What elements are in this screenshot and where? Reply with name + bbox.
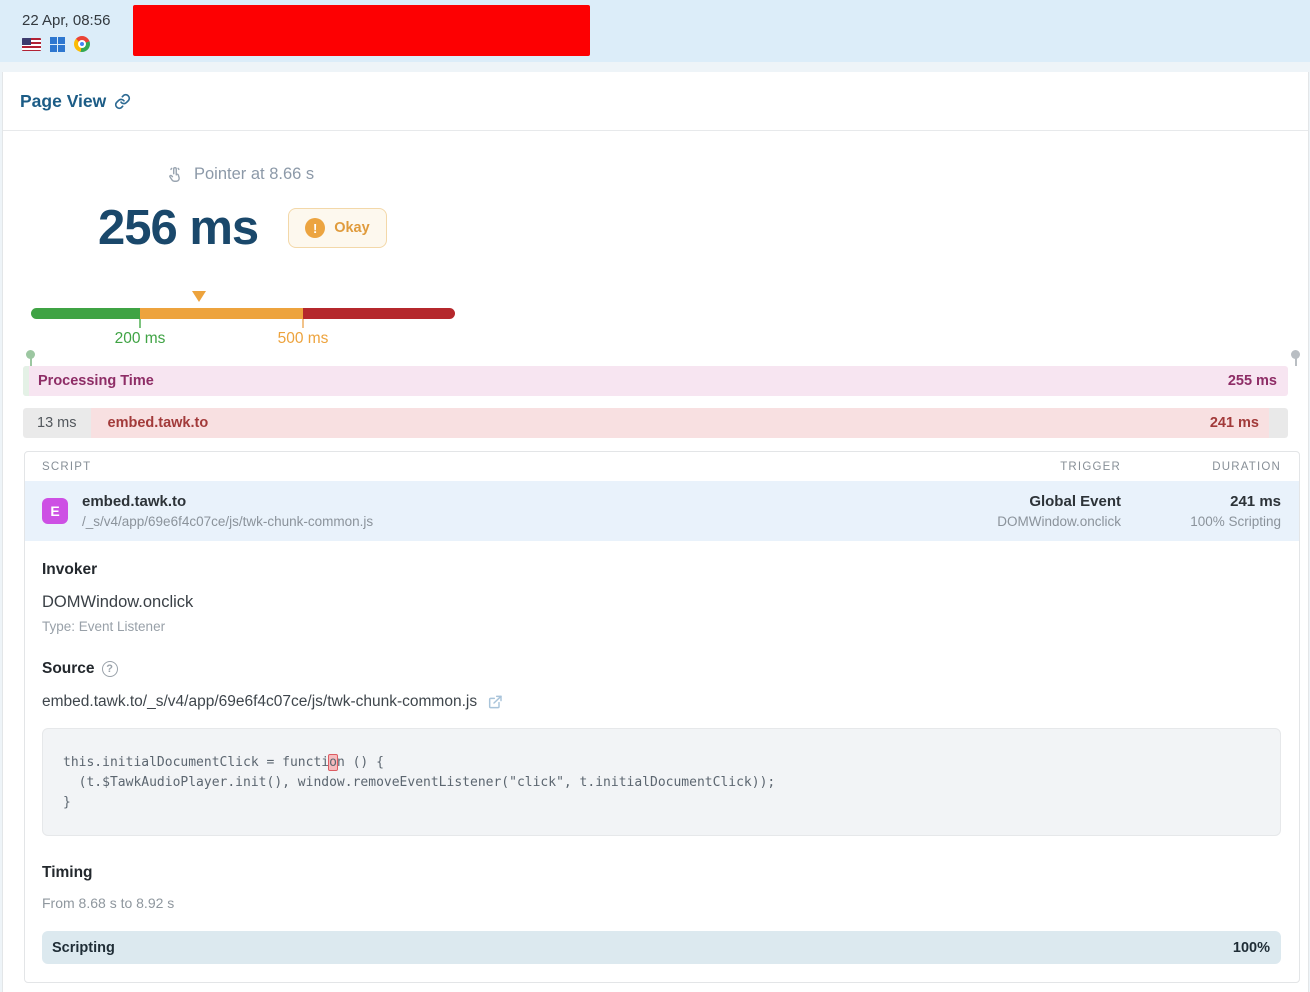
us-flag-icon [22, 38, 41, 51]
windows-icon [50, 37, 65, 52]
source-url-row: embed.tawk.to/_s/v4/app/69e6f4c07ce/js/t… [42, 693, 1281, 711]
timing-range: From 8.68 s to 8.92 s [42, 895, 1281, 911]
breakdown-value: 100% [1233, 940, 1270, 956]
panel-content: Pointer at 8.66 s 256 ms ! Okay 200 ms 5… [3, 165, 1308, 983]
script-timeline-row[interactable]: 13 ms embed.tawk.to 241 ms [23, 408, 1288, 438]
source-url: embed.tawk.to/_s/v4/app/69e6f4c07ce/js/t… [42, 693, 477, 711]
good-segment [31, 308, 140, 319]
value-marker-icon [192, 291, 206, 302]
script-details-card: SCRIPT TRIGGER DURATION E embed.tawk.to … [24, 451, 1300, 983]
metric-value: 256 ms [98, 200, 258, 256]
timeline-end-pin[interactable] [1291, 350, 1300, 359]
script-name: embed.tawk.to [91, 415, 209, 431]
timeline-start-pin[interactable] [26, 350, 35, 359]
trigger-detail: DOMWindow.onclick [901, 514, 1121, 529]
code-line1-post: n () { [337, 755, 384, 770]
script-domain: embed.tawk.to [82, 493, 901, 510]
pointer-label: Pointer at 8.66 s [194, 165, 314, 184]
pre-delay-chip: 13 ms [23, 408, 91, 438]
help-icon[interactable]: ? [102, 661, 118, 677]
duration-cell: 241 ms 100% Scripting [1121, 493, 1281, 529]
session-datetime: 22 Apr, 08:56 [22, 12, 110, 29]
invoker-type: Type: Event Listener [42, 619, 1281, 634]
interaction-type: Pointer at 8.66 s [165, 165, 1308, 184]
session-icons [22, 36, 110, 52]
timeline-section: Processing Time 255 ms 13 ms embed.tawk.… [3, 366, 1308, 438]
page-view-panel: Page View Pointer at 8.66 s 256 ms [2, 72, 1309, 992]
code-highlight: o [329, 755, 337, 770]
script-avatar: E [42, 498, 68, 524]
permalink-icon[interactable] [114, 93, 131, 110]
page-title: Page View [20, 91, 106, 112]
trigger-cell: Global Event DOMWindow.onclick [901, 493, 1121, 529]
invoker-value: DOMWindow.onclick [42, 593, 1281, 612]
code-line2: (t.$TawkAudioPlayer.init(), window.remov… [63, 775, 775, 790]
source-title-row: Source ? [42, 660, 1281, 678]
threshold-scale: 200 ms 500 ms [31, 284, 455, 356]
source-title: Source [42, 660, 95, 678]
chrome-icon [74, 36, 90, 52]
poor-segment [303, 308, 455, 319]
script-duration: 241 ms [1210, 415, 1269, 431]
panel-header: Page View [3, 72, 1308, 131]
session-meta: 22 Apr, 08:56 [22, 12, 110, 52]
metric-value-row: 256 ms ! Okay [98, 200, 1308, 256]
column-header-trigger: TRIGGER [901, 461, 1121, 473]
code-line1-pre: this.initialDocumentClick = functi [63, 755, 329, 770]
table-row[interactable]: E embed.tawk.to /_s/v4/app/69e6f4c07ce/j… [25, 481, 1299, 541]
processing-duration: 255 ms [1228, 373, 1288, 389]
table-header: SCRIPT TRIGGER DURATION [25, 452, 1299, 481]
threshold-label-poor: 500 ms [243, 330, 363, 348]
source-code-block[interactable]: this.initialDocumentClick = function () … [42, 728, 1281, 836]
column-header-script: SCRIPT [42, 461, 901, 473]
processing-time-row[interactable]: Processing Time 255 ms [23, 366, 1288, 396]
external-link-icon[interactable] [487, 694, 503, 710]
code-line3: } [63, 795, 71, 810]
trigger-type: Global Event [901, 493, 1121, 510]
processing-label: Processing Time [29, 373, 154, 389]
scripting-breakdown-bar: Scripting 100% [42, 931, 1281, 964]
alert-icon: ! [305, 218, 325, 238]
timing-title: Timing [42, 864, 1281, 882]
breakdown-label: Scripting [52, 940, 115, 956]
redacted-region [133, 5, 590, 56]
threshold-label-good: 200 ms [80, 330, 200, 348]
threshold-bar [31, 308, 455, 319]
rating-badge: ! Okay [288, 208, 386, 248]
tick-200ms [139, 319, 141, 328]
invoker-title: Invoker [42, 561, 1281, 579]
top-bar: 22 Apr, 08:56 [0, 0, 1310, 62]
duration-detail: 100% Scripting [1121, 514, 1281, 529]
pointer-tap-icon [165, 165, 184, 184]
script-path: /_s/v4/app/69e6f4c07ce/js/twk-chunk-comm… [82, 514, 901, 529]
script-cell: embed.tawk.to /_s/v4/app/69e6f4c07ce/js/… [82, 493, 901, 529]
rating-label: Okay [334, 220, 369, 236]
column-header-duration: DURATION [1121, 461, 1281, 473]
tick-500ms [302, 319, 304, 328]
details-section: Invoker DOMWindow.onclick Type: Event Li… [25, 541, 1299, 964]
needs-improvement-segment [140, 308, 303, 319]
script-duration-bar: embed.tawk.to 241 ms [91, 408, 1270, 438]
trailing-segment [1269, 408, 1288, 438]
duration-value: 241 ms [1121, 493, 1281, 510]
